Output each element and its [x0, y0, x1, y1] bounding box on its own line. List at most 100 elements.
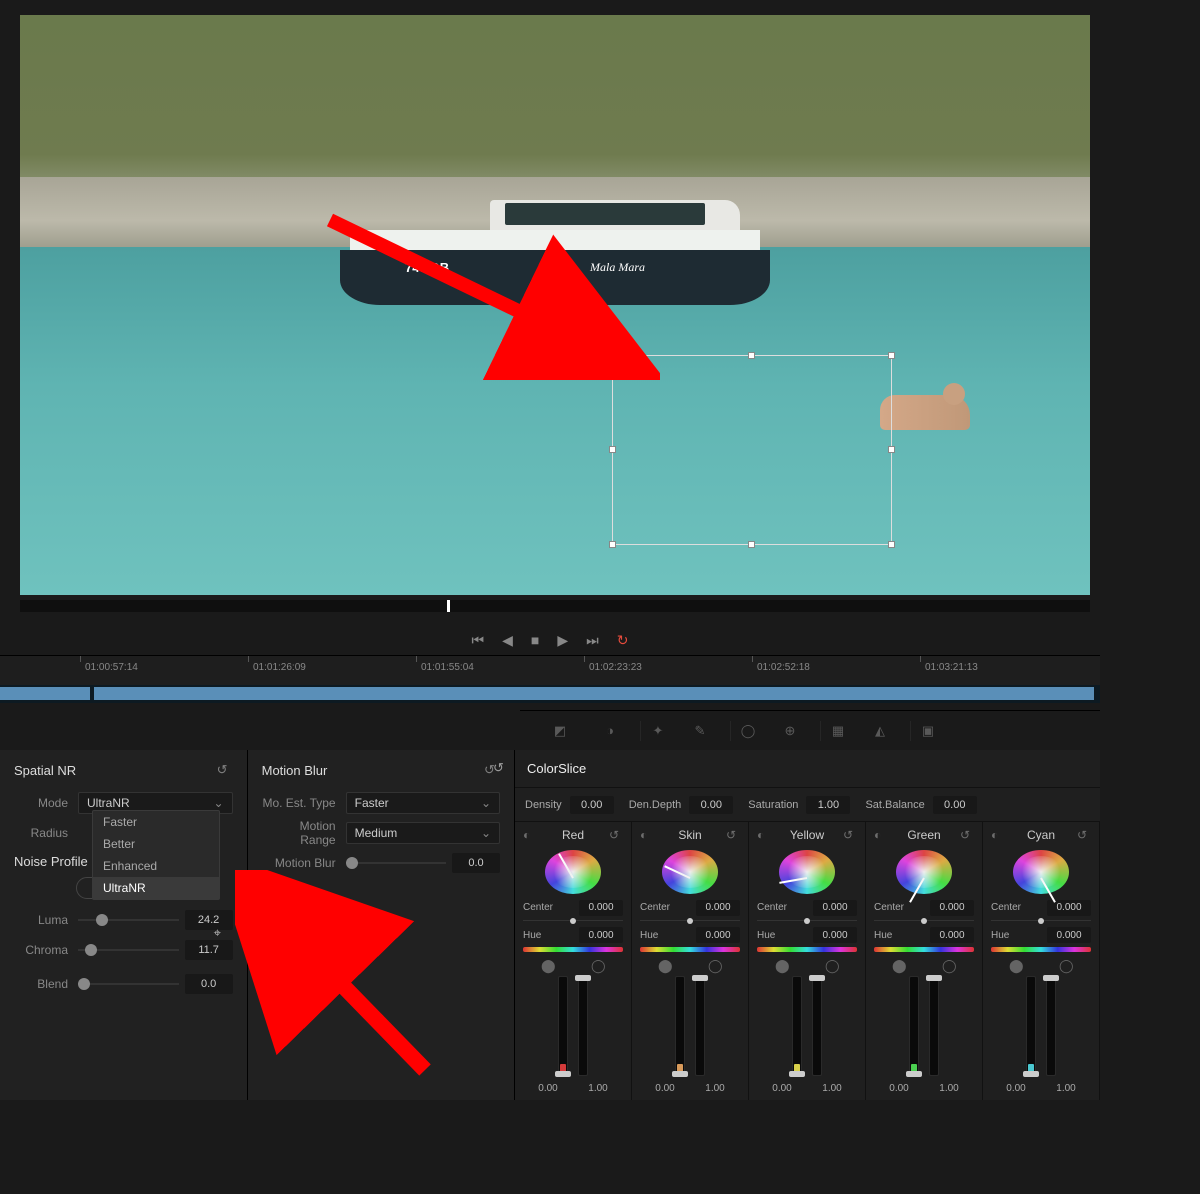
- hue-value[interactable]: 0.000: [696, 927, 740, 943]
- hue-value[interactable]: 0.000: [930, 927, 974, 943]
- drop-icon[interactable]: ⬤: [658, 958, 672, 972]
- sat-meter[interactable]: [558, 976, 568, 1076]
- mode-option-enhanced[interactable]: Enhanced: [93, 855, 219, 877]
- reset-icon[interactable]: ↺: [609, 828, 623, 842]
- qualifier-icon[interactable]: ✦: [640, 721, 660, 741]
- drop-outline-icon[interactable]: ◯: [1059, 958, 1073, 972]
- density-value[interactable]: 0.00: [570, 796, 614, 814]
- hue-strip[interactable]: [874, 947, 974, 952]
- color-warper-icon[interactable]: ◑: [600, 721, 620, 741]
- hue-value[interactable]: 0.000: [813, 927, 857, 943]
- mode-dropdown[interactable]: Faster Better Enhanced UltraNR: [92, 810, 220, 900]
- satbalance-value[interactable]: 0.00: [933, 796, 977, 814]
- hue-value[interactable]: 0.000: [1047, 927, 1091, 943]
- color-wheel[interactable]: [545, 850, 601, 894]
- center-slider[interactable]: [874, 920, 974, 922]
- loop-button[interactable]: ↻: [617, 632, 629, 649]
- mode-option-faster[interactable]: Faster: [93, 811, 219, 833]
- play-button[interactable]: ▶: [557, 632, 568, 649]
- color-wheel[interactable]: [896, 850, 952, 894]
- eyedropper-icon[interactable]: ✎: [690, 721, 710, 741]
- motion-range-select[interactable]: Medium: [346, 822, 500, 844]
- den-meter[interactable]: [812, 976, 822, 1076]
- reset-icon[interactable]: ↺: [960, 828, 974, 842]
- hue-strip[interactable]: [991, 947, 1091, 952]
- drop-outline-icon[interactable]: ◯: [825, 958, 839, 972]
- curves-icon[interactable]: ◩: [550, 721, 570, 741]
- motion-blur-value[interactable]: 0.0: [452, 853, 500, 873]
- sat-meter[interactable]: [675, 976, 685, 1076]
- center-slider[interactable]: [991, 920, 1091, 922]
- sat-meter[interactable]: [909, 976, 919, 1076]
- dendepth-value[interactable]: 0.00: [689, 796, 733, 814]
- next-clip-button[interactable]: ⏭: [586, 632, 599, 649]
- hue-value[interactable]: 0.000: [579, 927, 623, 943]
- magic-mask-icon[interactable]: ▦: [820, 721, 840, 741]
- contrast-icon[interactable]: ◐: [874, 828, 888, 842]
- mode-option-ultranr[interactable]: UltraNR: [93, 877, 219, 899]
- window-icon[interactable]: ◯: [730, 721, 750, 741]
- key-icon[interactable]: ▣: [910, 721, 930, 741]
- pw-handle-mr[interactable]: [888, 446, 895, 453]
- den-meter[interactable]: [1046, 976, 1056, 1076]
- clip[interactable]: [94, 687, 1094, 700]
- reset-icon[interactable]: ↺: [843, 828, 857, 842]
- drop-outline-icon[interactable]: ◯: [591, 958, 605, 972]
- power-window[interactable]: [612, 355, 892, 545]
- color-wheel[interactable]: [1013, 850, 1069, 894]
- den-meter[interactable]: [929, 976, 939, 1076]
- reset-icon[interactable]: ↺: [217, 762, 233, 778]
- sat-meter[interactable]: [792, 976, 802, 1076]
- contrast-icon[interactable]: ◐: [523, 828, 537, 842]
- viewer[interactable]: Mala Mara 747 DB: [20, 15, 1090, 595]
- den-meter[interactable]: [695, 976, 705, 1076]
- stop-button[interactable]: ■: [531, 632, 539, 648]
- blend-slider[interactable]: [78, 983, 179, 985]
- tracker-icon[interactable]: ⊕: [780, 721, 800, 741]
- drop-icon[interactable]: ⬤: [892, 958, 906, 972]
- pw-handle-bl[interactable]: [609, 541, 616, 548]
- contrast-icon[interactable]: ◐: [640, 828, 654, 842]
- color-wheel[interactable]: [779, 850, 835, 894]
- saturation-value[interactable]: 1.00: [806, 796, 850, 814]
- pw-handle-tr[interactable]: [888, 352, 895, 359]
- chroma-value[interactable]: 11.7: [185, 940, 233, 960]
- center-value[interactable]: 0.000: [930, 900, 974, 916]
- target-icon[interactable]: ⌖: [214, 925, 232, 943]
- center-value[interactable]: 0.000: [696, 900, 740, 916]
- contrast-icon[interactable]: ◐: [757, 828, 771, 842]
- drop-outline-icon[interactable]: ◯: [942, 958, 956, 972]
- drop-icon[interactable]: ⬤: [775, 958, 789, 972]
- drop-icon[interactable]: ⬤: [1009, 958, 1023, 972]
- mode-option-better[interactable]: Better: [93, 833, 219, 855]
- contrast-icon[interactable]: ◐: [991, 828, 1005, 842]
- den-meter[interactable]: [578, 976, 588, 1076]
- center-slider[interactable]: [757, 920, 857, 922]
- center-value[interactable]: 0.000: [813, 900, 857, 916]
- pw-handle-ml[interactable]: [609, 446, 616, 453]
- color-wheel[interactable]: [662, 850, 718, 894]
- pw-handle-br[interactable]: [888, 541, 895, 548]
- play-reverse-button[interactable]: ◀: [502, 632, 513, 649]
- hue-strip[interactable]: [757, 947, 857, 952]
- center-value[interactable]: 0.000: [579, 900, 623, 916]
- scrubber[interactable]: [20, 600, 1090, 612]
- luma-slider[interactable]: [78, 919, 179, 921]
- pw-handle-tl[interactable]: [609, 352, 616, 359]
- drop-outline-icon[interactable]: ◯: [708, 958, 722, 972]
- clip[interactable]: [0, 687, 90, 700]
- timeline-ruler[interactable]: 01:00:57:14 01:01:26:09 01:01:55:04 01:0…: [0, 655, 1100, 685]
- reset-icon[interactable]: ↺: [1077, 828, 1091, 842]
- pw-handle-bm[interactable]: [748, 541, 755, 548]
- hue-strip[interactable]: [640, 947, 740, 952]
- blur-icon[interactable]: ◭: [870, 721, 890, 741]
- blend-value[interactable]: 0.0: [185, 974, 233, 994]
- center-slider[interactable]: [640, 920, 740, 922]
- prev-clip-button[interactable]: ⏮: [472, 632, 485, 649]
- motion-blur-slider[interactable]: [346, 862, 446, 864]
- undo-icon[interactable]: ↺: [493, 760, 509, 776]
- hue-strip[interactable]: [523, 947, 623, 952]
- center-slider[interactable]: [523, 920, 623, 922]
- chroma-slider[interactable]: [78, 949, 179, 951]
- reset-icon[interactable]: ↺: [726, 828, 740, 842]
